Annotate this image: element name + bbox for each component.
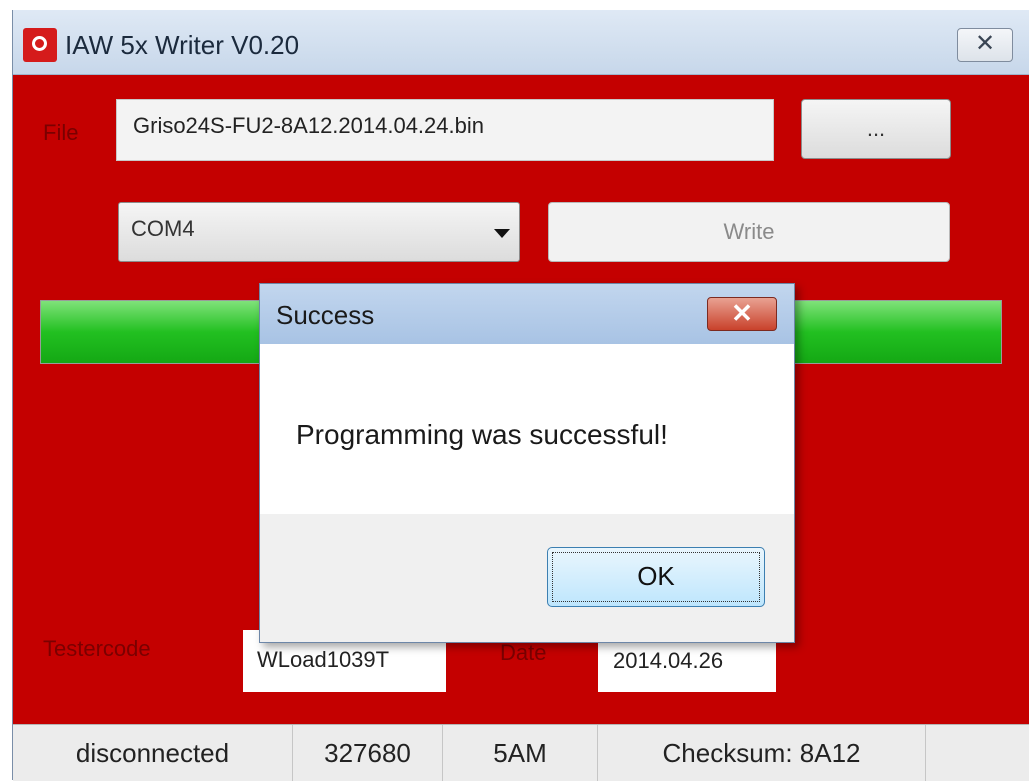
ok-button[interactable]: OK [547, 547, 765, 607]
chevron-down-icon [494, 229, 510, 238]
testercode-value: WLoad1039T [257, 647, 390, 672]
file-path-value: Griso24S-FU2-8A12.2014.04.24.bin [133, 113, 484, 138]
status-checksum: Checksum: 8A12 [598, 725, 926, 781]
date-value: 2014.04.26 [613, 648, 724, 673]
port-select[interactable]: COM4 [118, 202, 520, 262]
dialog-message: Programming was successful! [296, 419, 668, 450]
dialog-footer: OK [260, 514, 794, 642]
date-label: Date [500, 640, 547, 665]
status-size: 327680 [293, 725, 443, 781]
title-bar: IAW 5x Writer V0.20 ✕ [13, 10, 1029, 75]
status-bar: disconnected 327680 5AM Checksum: 8A12 [13, 724, 1029, 781]
success-dialog: Success ✕ Programming was successful! OK [259, 283, 795, 643]
file-path-field[interactable]: Griso24S-FU2-8A12.2014.04.24.bin [116, 99, 774, 161]
write-button[interactable]: Write [548, 202, 950, 262]
port-select-value: COM4 [131, 216, 195, 241]
dialog-close-button[interactable]: ✕ [707, 297, 777, 331]
dialog-title: Success [276, 300, 375, 330]
window-close-button[interactable]: ✕ [957, 28, 1013, 62]
window-title: IAW 5x Writer V0.20 [65, 30, 300, 60]
status-connection: disconnected [13, 725, 293, 781]
app-logo-icon [23, 28, 57, 62]
status-type: 5AM [443, 725, 598, 781]
testercode-label: Testercode [43, 636, 151, 661]
file-label: File [43, 120, 79, 145]
dialog-title-bar: Success ✕ [260, 284, 794, 344]
browse-button[interactable]: ... [801, 99, 951, 159]
